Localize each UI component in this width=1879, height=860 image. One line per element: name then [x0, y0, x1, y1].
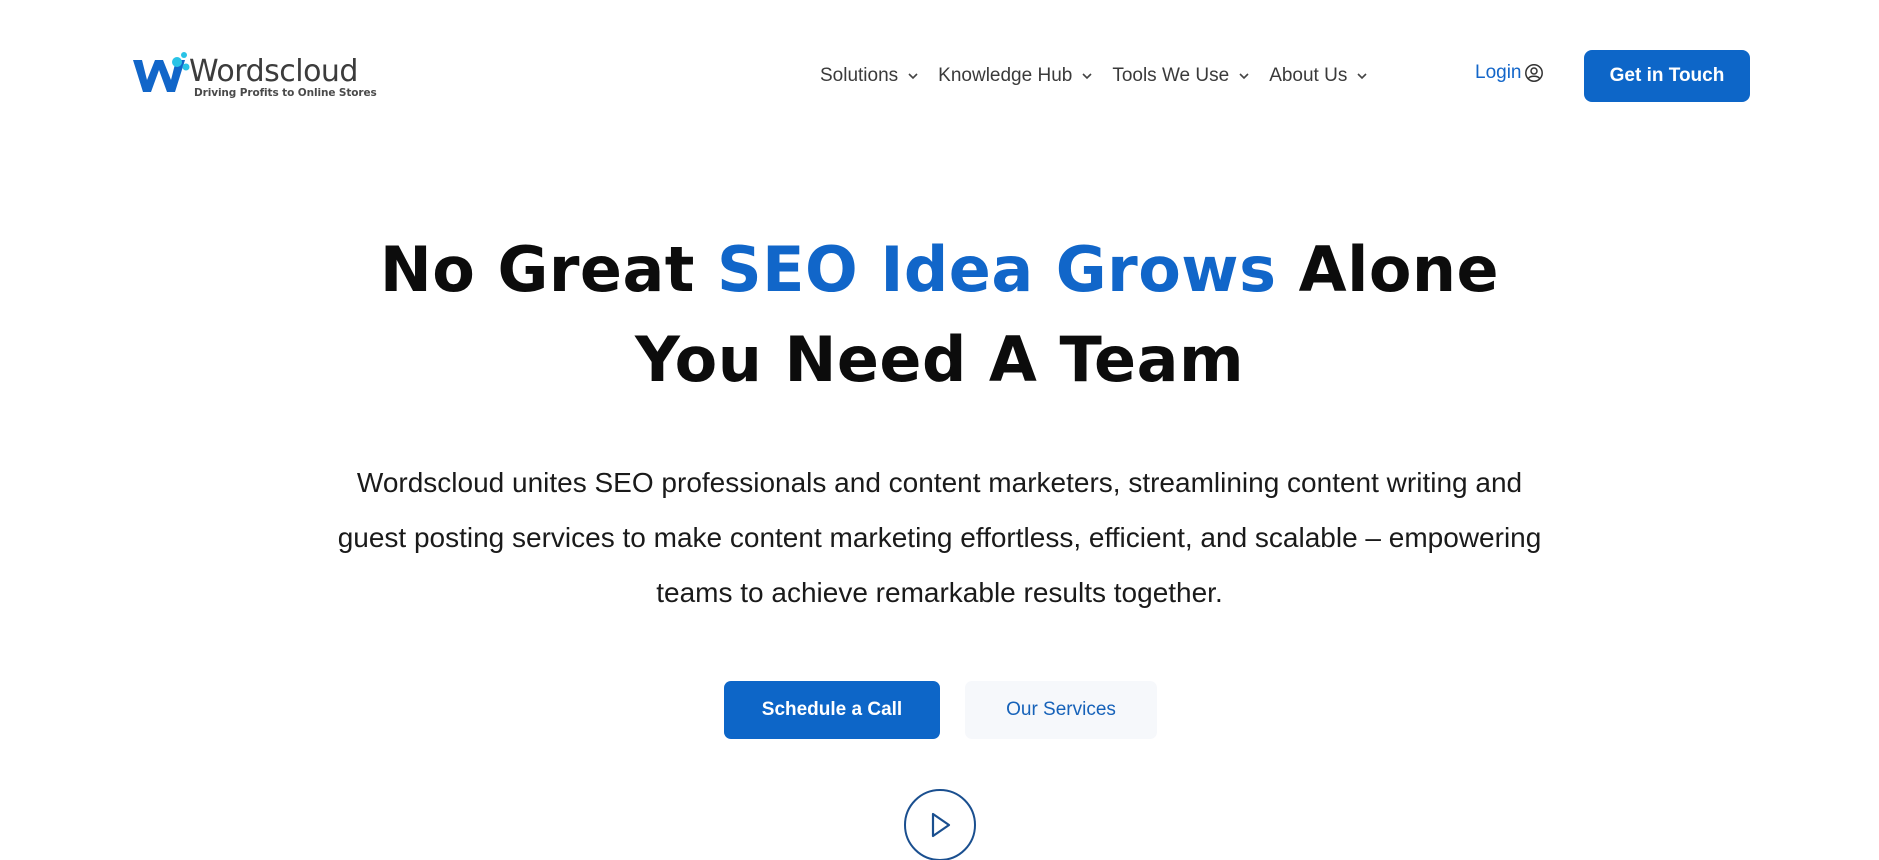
- chevron-down-icon: [1239, 71, 1249, 81]
- brand-tagline: Driving Profits to Online Stores: [194, 87, 377, 99]
- hero-title-part2: Alone: [1276, 233, 1500, 306]
- chevron-down-icon: [908, 71, 918, 81]
- hero-title-part1: No Great: [379, 233, 718, 306]
- login-link[interactable]: Login: [1475, 62, 1544, 84]
- play-icon: [931, 812, 951, 838]
- nav-item-label: Tools We Use: [1112, 65, 1230, 86]
- hero-title-line2: You Need A Team: [634, 323, 1245, 396]
- play-video-button[interactable]: [904, 789, 976, 860]
- hero-title: No Great SEO Idea Grows Alone You Need A…: [0, 225, 1879, 405]
- nav-item-label: About Us: [1269, 65, 1348, 86]
- nav-item-knowledge-hub[interactable]: Knowledge Hub: [938, 65, 1092, 87]
- hero-description: Wordscloud unites SEO professionals and …: [337, 467, 1542, 608]
- site-header: Wordscloud Driving Profits to Online Sto…: [0, 0, 1879, 152]
- nav-item-about-us[interactable]: About Us: [1269, 65, 1367, 87]
- nav-item-tools-we-use[interactable]: Tools We Use: [1112, 65, 1249, 87]
- chevron-down-icon: [1357, 71, 1367, 81]
- our-services-button[interactable]: Our Services: [965, 681, 1157, 739]
- brand-logo[interactable]: Wordscloud Driving Profits to Online Sto…: [131, 52, 377, 100]
- hero-actions: Schedule a Call Our Services: [0, 681, 1879, 739]
- schedule-call-button[interactable]: Schedule a Call: [724, 681, 940, 739]
- login-label: Login: [1475, 62, 1522, 83]
- chevron-down-icon: [1082, 71, 1092, 81]
- hero-title-accent: SEO Idea Grows: [717, 233, 1277, 306]
- get-in-touch-button[interactable]: Get in Touch: [1584, 50, 1750, 102]
- brand-name: Wordscloud: [189, 54, 358, 89]
- user-circle-icon: [1524, 64, 1543, 82]
- nav-item-label: Knowledge Hub: [938, 65, 1073, 86]
- logo-icon: [133, 52, 190, 92]
- nav-item-solutions[interactable]: Solutions: [820, 65, 918, 87]
- main-nav: Solutions Knowledge Hub Tools We Use Abo…: [820, 60, 1387, 92]
- nav-item-label: Solutions: [820, 65, 899, 86]
